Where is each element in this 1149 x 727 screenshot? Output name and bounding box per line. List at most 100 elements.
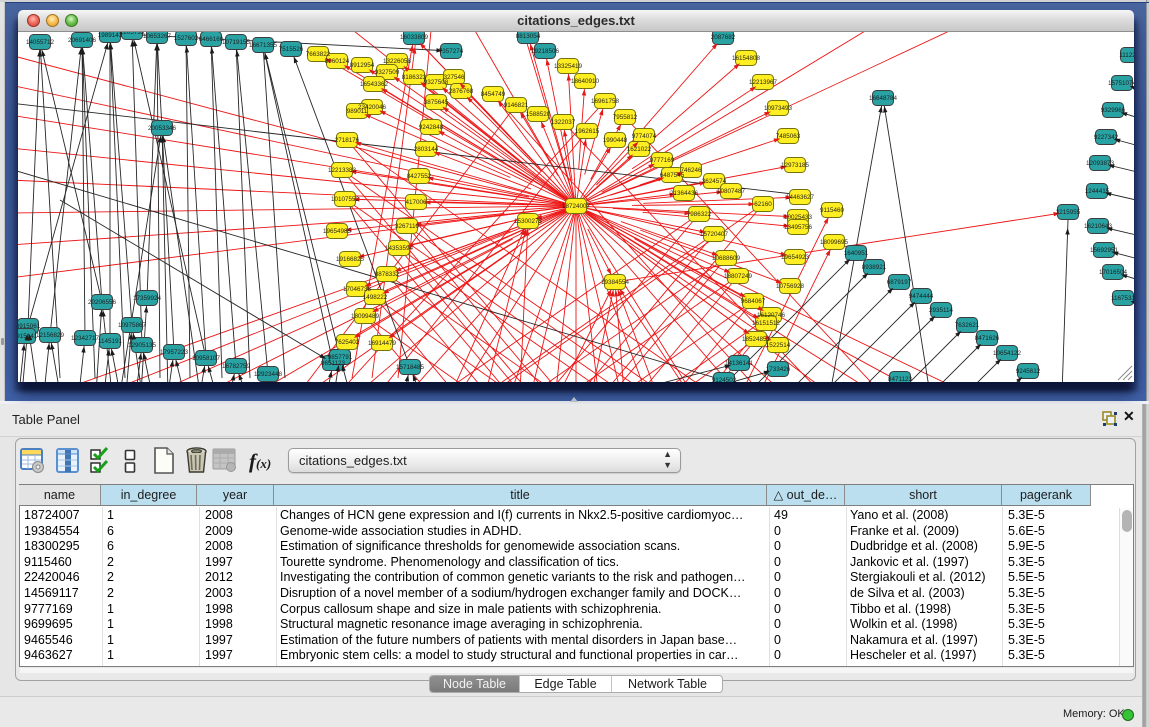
svg-text:1733426: 1733426 bbox=[766, 366, 791, 373]
svg-text:8912954: 8912954 bbox=[350, 62, 375, 69]
svg-text:16151512: 16151512 bbox=[752, 320, 781, 327]
svg-text:15692951: 15692951 bbox=[1090, 247, 1119, 254]
svg-text:7632621: 7632621 bbox=[955, 322, 980, 329]
svg-text:18807249: 18807249 bbox=[724, 273, 753, 280]
svg-text:13495756: 13495756 bbox=[784, 224, 813, 231]
svg-text:18724007: 18724007 bbox=[562, 203, 591, 210]
svg-text:19654923: 19654923 bbox=[781, 254, 810, 261]
svg-text:746246: 746246 bbox=[680, 167, 702, 174]
svg-text:1145191: 1145191 bbox=[98, 338, 123, 345]
svg-text:2935114: 2935114 bbox=[929, 307, 954, 314]
svg-text:12905135: 12905135 bbox=[128, 342, 157, 349]
svg-text:1990448: 1990448 bbox=[603, 137, 628, 144]
svg-text:12213383: 12213383 bbox=[328, 167, 357, 174]
svg-text:1167531: 1167531 bbox=[1111, 295, 1134, 302]
svg-text:12156829: 12156829 bbox=[36, 332, 65, 339]
svg-text:8471123: 8471123 bbox=[888, 376, 913, 382]
svg-text:14136141: 14136141 bbox=[725, 360, 754, 367]
svg-text:12093873: 12093873 bbox=[1086, 160, 1115, 167]
svg-text:327546: 327546 bbox=[443, 74, 465, 81]
svg-text:3267110: 3267110 bbox=[395, 223, 420, 230]
svg-text:8427552: 8427552 bbox=[407, 173, 432, 180]
svg-text:15720407: 15720407 bbox=[700, 231, 729, 238]
svg-text:1244415: 1244415 bbox=[1085, 188, 1110, 195]
svg-text:20053346: 20053346 bbox=[148, 125, 177, 132]
svg-text:2718176: 2718176 bbox=[335, 137, 360, 144]
svg-text:15751074: 15751074 bbox=[1108, 80, 1134, 87]
svg-text:14055712: 14055712 bbox=[26, 39, 55, 46]
svg-text:3215955: 3215955 bbox=[1056, 209, 1081, 216]
svg-text:12342717: 12342717 bbox=[71, 335, 100, 342]
svg-text:9242848: 9242848 bbox=[419, 124, 444, 131]
svg-text:18640910: 18640910 bbox=[571, 78, 600, 85]
svg-text:10807487: 10807487 bbox=[717, 188, 746, 195]
svg-text:8960124: 8960124 bbox=[325, 58, 350, 65]
svg-text:10719155: 10719155 bbox=[222, 39, 251, 46]
svg-text:9684067: 9684067 bbox=[741, 298, 766, 305]
svg-text:16914479: 16914479 bbox=[368, 340, 397, 347]
svg-text:16154808: 16154808 bbox=[732, 55, 761, 62]
svg-text:20691406: 20691406 bbox=[68, 37, 97, 44]
svg-text:10973493: 10973493 bbox=[764, 105, 793, 112]
svg-text:16033809: 16033809 bbox=[400, 34, 429, 41]
svg-text:10688609: 10688609 bbox=[712, 255, 741, 262]
svg-text:8454749: 8454749 bbox=[481, 91, 506, 98]
svg-text:3915141: 3915141 bbox=[18, 333, 38, 340]
svg-text:1621022: 1621022 bbox=[627, 146, 652, 153]
svg-text:1962615: 1962615 bbox=[575, 128, 600, 135]
svg-text:16210643: 16210643 bbox=[1084, 223, 1113, 230]
svg-text:9474444: 9474444 bbox=[909, 293, 934, 300]
svg-text:7625402: 7625402 bbox=[335, 339, 360, 346]
svg-text:989011: 989011 bbox=[347, 108, 368, 115]
svg-text:3915061: 3915061 bbox=[18, 323, 41, 330]
svg-text:17957223: 17957223 bbox=[160, 349, 189, 356]
svg-text:3875645: 3875645 bbox=[424, 99, 449, 106]
svg-text:9329966: 9329966 bbox=[1101, 107, 1126, 114]
svg-text:1640951: 1640951 bbox=[844, 250, 869, 257]
svg-text:2087682: 2087682 bbox=[711, 34, 736, 41]
svg-text:19654985: 19654985 bbox=[323, 228, 352, 235]
svg-text:17046738: 17046738 bbox=[343, 286, 372, 293]
svg-text:9327509: 9327509 bbox=[375, 69, 400, 76]
svg-text:12923448: 12923448 bbox=[254, 371, 283, 378]
svg-text:6466160: 6466160 bbox=[199, 36, 224, 43]
svg-text:9245612: 9245612 bbox=[1016, 368, 1041, 375]
svg-text:18099489: 18099489 bbox=[351, 313, 380, 320]
svg-text:16961758: 16961758 bbox=[591, 98, 620, 105]
svg-text:12213967: 12213967 bbox=[749, 79, 778, 86]
svg-text:9774074: 9774074 bbox=[632, 133, 657, 140]
svg-text:9651123: 9651123 bbox=[321, 360, 346, 367]
svg-text:8813054: 8813054 bbox=[516, 33, 541, 40]
svg-text:16543362: 16543362 bbox=[360, 81, 389, 88]
svg-text:19218506: 19218506 bbox=[531, 48, 560, 55]
svg-text:16782759: 16782759 bbox=[222, 363, 251, 370]
svg-text:2876768: 2876768 bbox=[449, 88, 474, 95]
svg-text:16120746: 16120746 bbox=[757, 312, 786, 319]
svg-text:13325419: 13325419 bbox=[554, 63, 583, 70]
svg-text:18099695: 18099695 bbox=[820, 239, 849, 246]
svg-text:15718485: 15718485 bbox=[396, 364, 425, 371]
svg-text:1522514: 1522514 bbox=[766, 342, 791, 349]
svg-text:10107552: 10107552 bbox=[331, 196, 360, 203]
svg-text:17359924: 17359924 bbox=[133, 295, 162, 302]
svg-text:19384554: 19384554 bbox=[601, 279, 630, 286]
svg-text:13226058: 13226058 bbox=[383, 58, 412, 65]
svg-text:21364436: 21364436 bbox=[670, 190, 699, 197]
svg-text:7357274: 7357274 bbox=[439, 48, 464, 55]
svg-text:3624574: 3624574 bbox=[702, 178, 727, 185]
svg-text:1527602: 1527602 bbox=[174, 35, 199, 42]
svg-text:1112263: 1112263 bbox=[1119, 52, 1134, 59]
svg-text:8471626: 8471626 bbox=[975, 335, 1000, 342]
svg-text:12973185: 12973185 bbox=[781, 162, 810, 169]
svg-text:19166825: 19166825 bbox=[336, 256, 365, 263]
svg-text:17016504: 17016504 bbox=[1099, 269, 1128, 276]
svg-text:10756928: 10756928 bbox=[776, 283, 805, 290]
svg-text:9146821: 9146821 bbox=[504, 102, 529, 109]
svg-text:15300273: 15300273 bbox=[514, 218, 543, 225]
svg-text:7986322: 7986322 bbox=[687, 211, 712, 218]
svg-text:62160: 62160 bbox=[754, 201, 772, 208]
svg-text:1498222: 1498222 bbox=[363, 294, 388, 301]
svg-text:10025433: 10025433 bbox=[784, 214, 813, 221]
svg-text:9227342: 9227342 bbox=[1094, 134, 1119, 141]
svg-text:14463627: 14463627 bbox=[786, 194, 815, 201]
